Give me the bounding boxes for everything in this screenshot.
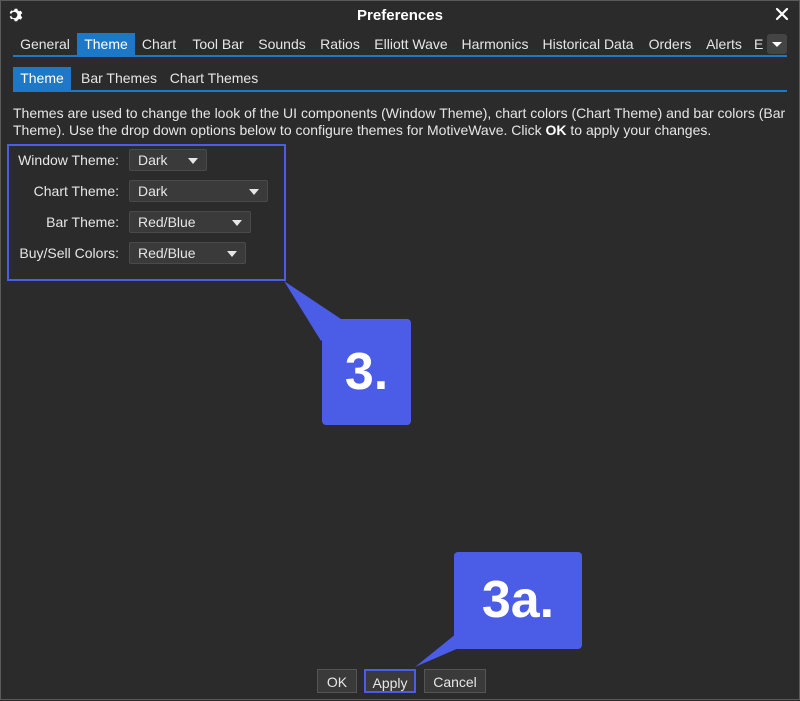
cancel-button[interactable]: Cancel: [424, 669, 486, 693]
annotation-badge-3a: 3a.: [454, 552, 582, 649]
apply-button[interactable]: Apply: [364, 669, 416, 693]
preferences-window: Preferences General Theme Chart Tool Bar…: [0, 0, 800, 700]
ok-button[interactable]: OK: [317, 669, 357, 693]
annotation-badge-3: 3.: [322, 319, 411, 425]
